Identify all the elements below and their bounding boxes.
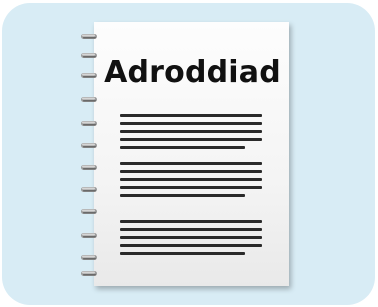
- text-line: [120, 220, 262, 223]
- spiral-ring-icon: [81, 34, 97, 39]
- text-block: [120, 162, 262, 202]
- text-line: [120, 114, 262, 117]
- spiral-ring-icon: [81, 255, 97, 260]
- spiral-ring-icon: [81, 53, 97, 58]
- spiral-ring-icon: [81, 271, 97, 276]
- spiral-ring-icon: [81, 73, 97, 78]
- spiral-ring-icon: [81, 187, 97, 192]
- spiral-ring-icon: [81, 233, 97, 238]
- notebook-title: Adroddiad: [104, 55, 281, 90]
- text-line: [120, 122, 262, 125]
- spiral-ring-icon: [81, 209, 97, 214]
- text-block: [120, 114, 262, 154]
- text-line: [120, 194, 245, 197]
- text-block: [120, 220, 262, 260]
- text-line: [120, 236, 262, 239]
- spiral-ring-icon: [81, 121, 97, 126]
- text-line: [120, 178, 262, 181]
- text-line: [120, 170, 262, 173]
- text-line: [120, 146, 245, 149]
- text-line: [120, 162, 262, 165]
- spiral-ring-icon: [81, 165, 97, 170]
- text-line: [120, 252, 245, 255]
- text-line: [120, 244, 262, 247]
- text-line: [120, 138, 262, 141]
- text-line: [120, 130, 262, 133]
- spiral-ring-icon: [81, 143, 97, 148]
- text-line: [120, 186, 262, 189]
- spiral-ring-icon: [81, 97, 97, 102]
- text-line: [120, 228, 262, 231]
